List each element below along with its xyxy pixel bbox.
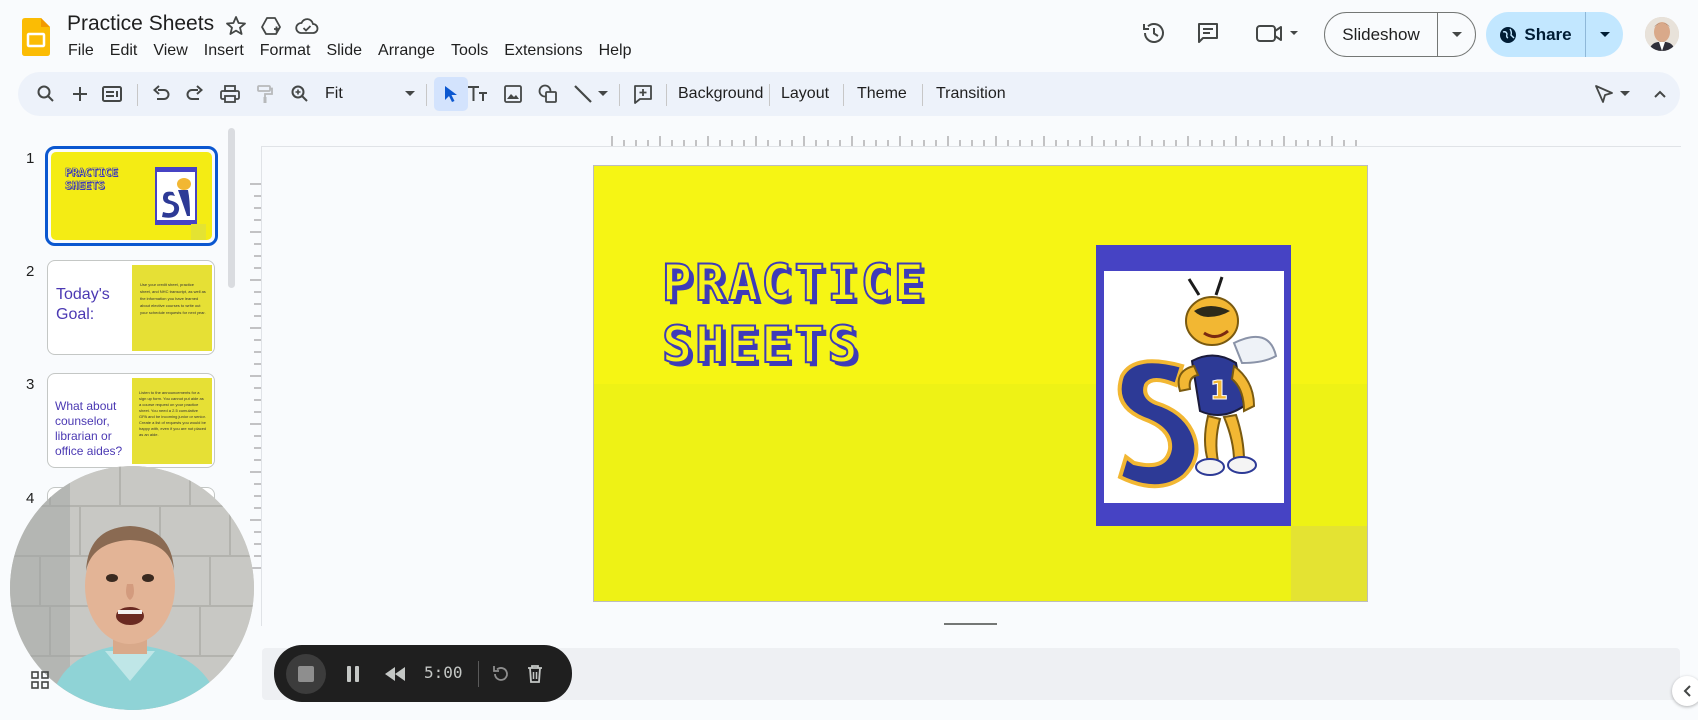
menu-insert[interactable]: Insert — [196, 40, 252, 62]
svg-text:1: 1 — [1210, 376, 1228, 406]
recording-controls: 5:00 — [274, 645, 572, 702]
cursor-mode-icon[interactable] — [1592, 82, 1616, 106]
line-icon[interactable] — [571, 82, 595, 106]
side-panel-toggle-button[interactable] — [1672, 676, 1698, 706]
zoom-icon[interactable] — [288, 82, 312, 106]
chevron-down-icon — [405, 91, 415, 97]
menu-bar: File Edit View Insert Format Slide Arran… — [60, 40, 639, 62]
insert-image-icon[interactable] — [501, 82, 525, 106]
menu-view[interactable]: View — [145, 40, 195, 62]
restart-recording-button[interactable] — [486, 659, 516, 689]
rewind-button[interactable] — [380, 659, 410, 689]
cursor-mode-dropdown-icon[interactable] — [1618, 82, 1632, 106]
undo-icon[interactable] — [149, 82, 173, 106]
slide-number: 4 — [26, 490, 35, 507]
menu-slide[interactable]: Slide — [318, 40, 370, 62]
thumb-title: What about counselor, librarian or offic… — [55, 399, 123, 458]
mascot-image-frame[interactable]: 1 — [1096, 245, 1291, 526]
recording-timer: 5:00 — [424, 663, 463, 682]
version-history-icon[interactable] — [1139, 18, 1169, 48]
layout-button[interactable]: Layout — [771, 83, 839, 105]
zoom-select[interactable]: Fit — [325, 83, 419, 105]
delete-recording-button[interactable] — [520, 659, 550, 689]
slide-number: 1 — [26, 150, 35, 167]
thumb-title: Today's Goal: — [56, 286, 110, 323]
print-icon[interactable] — [218, 82, 242, 106]
comments-icon[interactable] — [1193, 18, 1223, 48]
slideshow-button-group: Slideshow — [1324, 12, 1476, 57]
menu-arrange[interactable]: Arrange — [370, 40, 443, 62]
mascot-image: 1 — [1104, 271, 1284, 503]
slideshow-button[interactable]: Slideshow — [1325, 13, 1438, 56]
redo-icon[interactable] — [183, 82, 207, 106]
stop-recording-button[interactable] — [286, 654, 326, 694]
theme-button[interactable]: Theme — [847, 83, 917, 105]
thumb-body: Listen to the announcements for a sign u… — [132, 378, 212, 464]
menu-file[interactable]: File — [60, 40, 102, 62]
grid-view-icon[interactable] — [31, 671, 49, 689]
slides-logo-icon[interactable] — [22, 18, 50, 56]
speaker-notes-resize-handle[interactable] — [944, 623, 997, 625]
slide-thumbnail-1[interactable]: PRACTICE SHEETS — [45, 146, 218, 246]
share-label: Share — [1524, 24, 1572, 44]
cloud-saved-icon[interactable] — [294, 14, 319, 38]
slide-number: 3 — [26, 376, 35, 393]
menu-help[interactable]: Help — [591, 40, 640, 62]
slide-title-line-1[interactable]: PRACTICE — [661, 253, 927, 313]
meet-icon[interactable] — [1253, 18, 1301, 48]
restart-icon — [491, 664, 511, 684]
avatar[interactable] — [1645, 17, 1679, 51]
star-icon[interactable] — [224, 14, 248, 38]
thumb-body: Use your credit sheet, practice sheet, a… — [132, 265, 212, 351]
menu-extensions[interactable]: Extensions — [496, 40, 590, 62]
pause-button[interactable] — [338, 659, 368, 689]
rewind-icon — [384, 666, 406, 682]
line-dropdown-icon[interactable] — [596, 82, 610, 106]
menu-edit[interactable]: Edit — [102, 40, 146, 62]
slide-layout-icon[interactable] — [100, 82, 124, 106]
share-button[interactable]: Share — [1486, 12, 1586, 57]
chevron-left-icon — [1682, 684, 1692, 698]
document-title[interactable]: Practice Sheets — [67, 12, 214, 36]
slide-thumbnail-2[interactable]: Today's Goal: Use your credit sheet, pra… — [47, 260, 215, 355]
zoom-value: Fit — [325, 85, 343, 102]
stop-icon — [297, 665, 315, 683]
menu-tools[interactable]: Tools — [443, 40, 496, 62]
share-dropdown-icon[interactable] — [1586, 31, 1623, 39]
trash-icon — [526, 664, 544, 684]
slide-number: 2 — [26, 263, 35, 280]
search-menus-icon[interactable] — [34, 82, 58, 106]
slide-title-line-2[interactable]: SHEETS — [661, 315, 861, 375]
globe-icon — [1499, 26, 1517, 44]
share-button-group: Share — [1486, 12, 1623, 57]
horizontal-ruler — [611, 136, 1357, 146]
slide-thumbnail-3[interactable]: What about counselor, librarian or offic… — [47, 373, 215, 468]
chevron-up-icon[interactable] — [1648, 82, 1672, 106]
new-slide-icon[interactable] — [68, 82, 92, 106]
background-button[interactable]: Background — [668, 83, 773, 105]
shape-icon[interactable] — [536, 82, 560, 106]
transition-button[interactable]: Transition — [926, 83, 1016, 105]
thumb-title: PRACTICE SHEETS — [65, 166, 119, 193]
toolbar: Fit Background Layout Theme Transition — [18, 72, 1680, 116]
select-tool-icon[interactable] — [434, 77, 468, 111]
paint-format-icon[interactable] — [253, 82, 277, 106]
slideshow-dropdown-icon[interactable] — [1438, 13, 1475, 56]
thumb-mascot-frame — [155, 167, 197, 225]
slide-canvas[interactable]: PRACTICE SHEETS 1 — [593, 165, 1368, 602]
slide-corner-block — [1291, 526, 1367, 601]
add-comment-icon[interactable] — [631, 82, 655, 106]
pause-icon — [345, 665, 361, 683]
move-to-drive-icon[interactable] — [259, 14, 283, 38]
filmstrip-scrollbar[interactable] — [228, 128, 235, 288]
menu-format[interactable]: Format — [252, 40, 319, 62]
text-box-icon[interactable] — [466, 82, 490, 106]
